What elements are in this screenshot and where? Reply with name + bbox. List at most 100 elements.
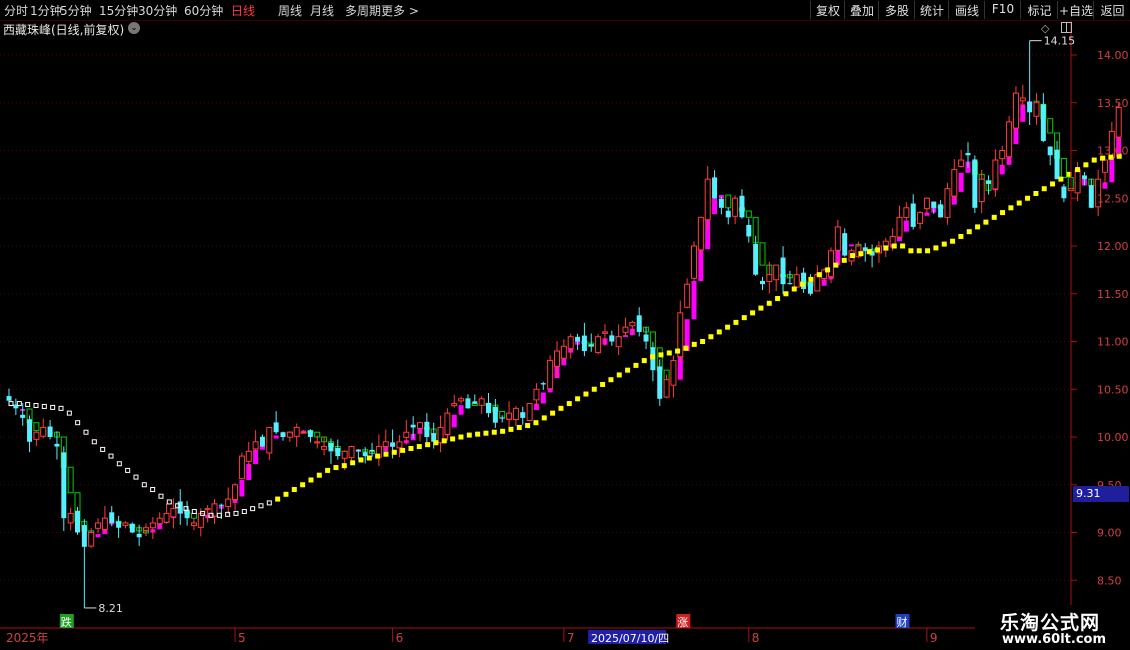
period-8[interactable]: 月线 xyxy=(310,2,334,19)
toolbar-action-1[interactable]: 叠加 xyxy=(844,1,879,19)
ma-bar xyxy=(239,479,245,497)
toolbar-action-2[interactable]: 多股 xyxy=(878,1,915,19)
candle-body xyxy=(1115,107,1122,138)
candle-body xyxy=(396,441,403,449)
candle-body xyxy=(1027,101,1033,113)
trend-marker xyxy=(158,493,164,499)
period-4[interactable]: 30分钟 xyxy=(138,2,177,19)
toolbar-action-8[interactable]: 返回 xyxy=(1093,1,1130,19)
candle-body xyxy=(266,426,273,454)
toolbar-action-6[interactable]: 标记 xyxy=(1020,1,1058,19)
price-grid xyxy=(0,54,1071,581)
trend-line xyxy=(8,153,1122,518)
y-tick-label: 11.00 xyxy=(1097,336,1129,349)
event-marker-label: 跌 xyxy=(61,615,72,629)
trend-marker xyxy=(733,319,739,325)
candle-body xyxy=(75,510,80,533)
trend-marker xyxy=(525,423,531,429)
toolbar-action-4[interactable]: 画线 xyxy=(948,1,985,19)
candle-body xyxy=(478,398,485,406)
trend-marker xyxy=(550,410,556,416)
trend-marker xyxy=(41,403,47,409)
trend-marker xyxy=(475,431,481,437)
trend-marker xyxy=(658,352,664,358)
trend-marker xyxy=(325,467,331,473)
candle-body xyxy=(533,388,540,401)
trend-marker xyxy=(933,245,939,251)
period-3[interactable]: 15分钟 xyxy=(99,2,138,19)
candle-body xyxy=(657,366,663,399)
trend-marker xyxy=(616,372,622,378)
candle-body xyxy=(88,532,95,547)
candle-body xyxy=(451,403,458,407)
panel-toggle-icon[interactable] xyxy=(1061,22,1072,33)
extreme-label: 8.21 xyxy=(98,602,123,615)
y-tick-label: 10.00 xyxy=(1097,431,1129,444)
candle-body xyxy=(54,443,60,447)
ma-bar xyxy=(95,534,101,538)
candle-body xyxy=(280,432,286,437)
annotations: 跌 涨 财 8.21 14.15 xyxy=(59,35,1075,629)
candles xyxy=(6,40,1122,608)
candle-body xyxy=(136,533,142,538)
moving-average-bars xyxy=(20,100,1122,538)
trend-marker xyxy=(466,432,472,438)
candle-body xyxy=(896,216,903,238)
candle-body xyxy=(643,334,649,342)
candle-body xyxy=(834,226,841,251)
trend-marker xyxy=(950,238,956,244)
candle-body xyxy=(828,250,834,278)
candle-body xyxy=(67,512,74,524)
candle-body xyxy=(218,504,224,506)
ma-bar xyxy=(33,422,40,432)
candle-body xyxy=(999,150,1006,160)
ma-bar xyxy=(849,244,855,247)
period-0[interactable]: 分时 xyxy=(4,2,28,19)
candle-body xyxy=(547,360,554,390)
toolbar-action-5[interactable]: F10 xyxy=(984,1,1021,19)
trend-marker xyxy=(450,436,456,442)
period-7[interactable]: 周线 xyxy=(278,2,302,19)
trend-marker xyxy=(1008,205,1014,211)
toolbar-action-0[interactable]: 复权 xyxy=(810,1,845,19)
stock-title: 西藏珠峰(日线,前复权) xyxy=(3,23,125,37)
trend-marker xyxy=(358,457,364,463)
trend-marker xyxy=(683,345,689,351)
period-9[interactable]: 多周期 xyxy=(345,2,381,19)
trend-marker xyxy=(8,401,14,407)
period-6[interactable]: 日线 xyxy=(231,2,255,19)
candle-body xyxy=(129,523,135,533)
trend-marker xyxy=(375,453,381,459)
chevron-down-icon[interactable]: ⌄ xyxy=(128,22,140,34)
trend-marker xyxy=(83,429,89,435)
candle-body xyxy=(355,449,361,452)
candle-body xyxy=(622,326,629,333)
candle-body xyxy=(101,517,108,530)
candle-body xyxy=(499,417,505,419)
trend-marker xyxy=(650,354,656,360)
period-5[interactable]: 60分钟 xyxy=(184,2,223,19)
period-10[interactable]: 更多 > xyxy=(381,2,419,19)
candle-body xyxy=(95,522,102,529)
ma-bar xyxy=(712,198,718,215)
candle-body xyxy=(307,430,313,437)
trend-marker xyxy=(941,241,947,247)
trend-marker xyxy=(350,460,356,466)
trend-marker xyxy=(800,281,806,287)
period-2[interactable]: 5分钟 xyxy=(60,2,92,19)
toolbar-action-7[interactable]: +自选 xyxy=(1057,1,1094,19)
diamond-icon[interactable]: ◇ xyxy=(1041,22,1049,35)
candle-body xyxy=(1081,175,1087,180)
watermark-title: 乐淘公式网 xyxy=(1000,612,1101,634)
candle-body xyxy=(1074,169,1081,194)
candle-body xyxy=(842,233,848,256)
toolbar-action-3[interactable]: 统计 xyxy=(914,1,949,19)
trend-marker xyxy=(316,472,322,478)
trend-marker xyxy=(591,386,597,392)
period-1[interactable]: 1分钟 xyxy=(30,2,62,19)
candlestick-chart[interactable]: 8.509.009.5010.0010.5011.0011.5012.0012.… xyxy=(0,0,1130,650)
candle-body xyxy=(143,527,149,531)
trend-marker xyxy=(775,296,781,302)
candle-body xyxy=(972,159,978,208)
candle-body xyxy=(917,212,924,224)
